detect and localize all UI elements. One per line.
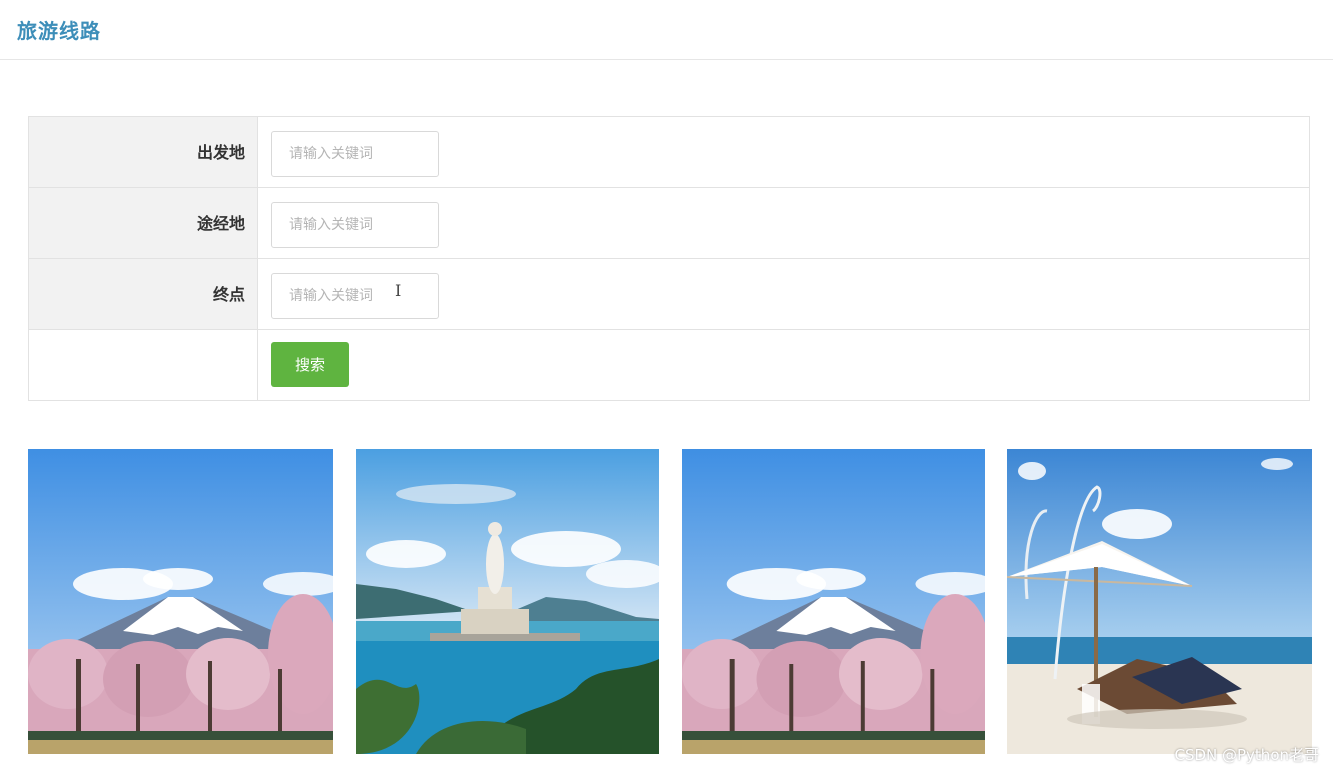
beach-photo[interactable] <box>1007 449 1312 754</box>
route-card[interactable] <box>1007 449 1312 773</box>
page-header: 旅游线路 <box>0 0 1333 60</box>
route-card[interactable] <box>356 449 659 773</box>
destination-input[interactable] <box>271 273 439 319</box>
text-cursor-icon: I <box>395 281 402 300</box>
search-button[interactable]: 搜索 <box>271 342 349 387</box>
route-card[interactable] <box>682 449 985 773</box>
via-label: 途经地 <box>29 188 258 258</box>
form-row-via: 途经地 <box>29 188 1309 259</box>
form-row-departure: 出发地 <box>29 117 1309 188</box>
mount-fuji-photo[interactable] <box>682 449 985 754</box>
search-form: 出发地 途经地 终点 I 搜索 <box>28 116 1310 401</box>
form-row-destination: 终点 I <box>29 259 1309 330</box>
actions-label-empty <box>29 330 258 400</box>
departure-label: 出发地 <box>29 117 258 187</box>
mount-fuji-photo[interactable] <box>28 449 333 754</box>
via-input[interactable] <box>271 202 439 248</box>
form-row-actions: 搜索 <box>29 330 1309 401</box>
guanyin-statue-photo[interactable] <box>356 449 659 754</box>
departure-input[interactable] <box>271 131 439 177</box>
page-title: 旅游线路 <box>17 19 101 43</box>
watermark: CSDN @Python老哥 <box>1174 746 1319 764</box>
route-card-list <box>28 449 1312 773</box>
destination-label: 终点 <box>29 259 258 329</box>
route-card[interactable] <box>28 449 333 773</box>
